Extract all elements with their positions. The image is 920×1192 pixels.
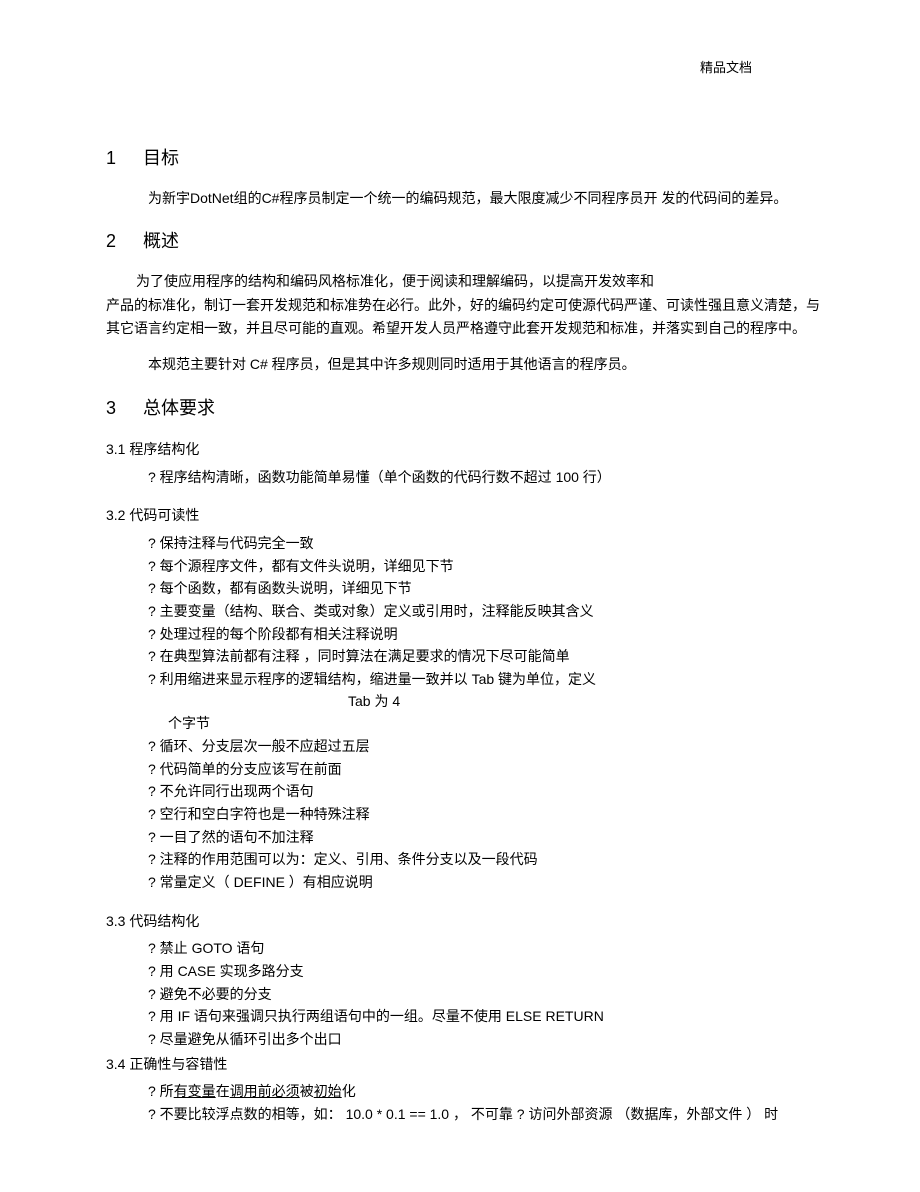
subsection-3-1-list: ? 程序结构清晰，函数功能简单易懂（单个函数的代码行数不超过 100 行） xyxy=(106,467,820,489)
section-2-title: 概述 xyxy=(143,231,179,251)
subsection-3-3-list: ? 禁止 GOTO 语句 ? 用 CASE 实现多路分支 ? 避免不必要的分支 … xyxy=(106,938,820,1050)
list-item: ? 空行和空白字符也是一种特殊注释 xyxy=(148,804,820,826)
list-item: ? 尽量避免从循环引出多个出口 xyxy=(148,1029,820,1051)
list-item: ? 主要变量（结构、联合、类或对象）定义或引用时，注释能反映其含义 xyxy=(148,601,820,623)
section-1-para-0: 为新宇DotNet组的C#程序员制定一个统一的编码规范，最大限度减少不同程序员开… xyxy=(106,187,820,209)
list-item: ? 处理过程的每个阶段都有相关注释说明 xyxy=(148,624,820,646)
list-item: ? 注释的作用范围可以为：定义、引用、条件分支以及一段代码 xyxy=(148,849,820,871)
subsection-3-2-title: 代码可读性 xyxy=(129,507,199,523)
list-item: ? 禁止 GOTO 语句 xyxy=(148,938,820,960)
section-1-title: 目标 xyxy=(143,148,179,168)
subsection-3-1-heading: 3.1 程序结构化 xyxy=(106,438,820,460)
subsection-3-1-title: 程序结构化 xyxy=(129,441,199,457)
section-2-para-1: 产品的标准化，制订一套开发规范和标准势在必行。此外，好的编码约定可使源代码严谨、… xyxy=(106,294,820,339)
section-1-num: 1 xyxy=(106,144,138,173)
subsection-3-2-list: ? 保持注释与代码完全一致 ? 每个源程序文件，都有文件头说明，详细见下节 ? … xyxy=(106,533,820,894)
subsection-3-4-list: ? 所有变量在调用前必须被初始化 ? 不要比较浮点数的相等，如： 10.0 * … xyxy=(106,1081,820,1125)
list-item: ? 每个函数，都有函数头说明，详细见下节 xyxy=(148,578,820,600)
list-item-sub: 个字节 xyxy=(148,713,820,735)
list-item-text: ? 利用缩进来显示程序的逻辑结构，缩进量一致并以 Tab 键为单位，定义 xyxy=(148,671,596,687)
subsection-3-1-num: 3.1 xyxy=(106,438,125,460)
section-3-num: 3 xyxy=(106,394,138,423)
list-item: ? 在典型算法前都有注释 ，同时算法在满足要求的情况下尽可能简单 xyxy=(148,646,820,668)
list-item: ? 循环、分支层次一般不应超过五层 xyxy=(148,736,820,758)
subsection-3-4-heading: 3.4 正确性与容错性 xyxy=(106,1053,820,1075)
list-item: ? 每个源程序文件，都有文件头说明，详细见下节 xyxy=(148,556,820,578)
subsection-3-3-title: 代码结构化 xyxy=(129,913,199,929)
list-item: ? 用 CASE 实现多路分支 xyxy=(148,961,820,983)
subsection-3-4-title: 正确性与容错性 xyxy=(129,1056,227,1072)
list-item: ? 保持注释与代码完全一致 xyxy=(148,533,820,555)
list-item: ? 利用缩进来显示程序的逻辑结构，缩进量一致并以 Tab 键为单位，定义 Tab… xyxy=(148,669,820,712)
list-item: ? 代码简单的分支应该写在前面 xyxy=(148,759,820,781)
section-2-num: 2 xyxy=(106,227,138,256)
subsection-3-3-heading: 3.3 代码结构化 xyxy=(106,910,820,932)
list-item: ? 不允许同行出现两个语句 xyxy=(148,781,820,803)
section-2-para-2: 本规范主要针对 C# 程序员，但是其中许多规则同时适用于其他语言的程序员。 xyxy=(106,353,820,375)
list-item: ? 程序结构清晰，函数功能简单易懂（单个函数的代码行数不超过 100 行） xyxy=(148,467,820,489)
section-2-heading: 2 概述 xyxy=(106,227,820,256)
list-item: ? 常量定义（ DEFINE ）有相应说明 xyxy=(148,872,820,894)
section-3-heading: 3 总体要求 xyxy=(106,394,820,423)
list-item: ? 避免不必要的分支 xyxy=(148,984,820,1006)
list-item: ? 所有变量在调用前必须被初始化 xyxy=(148,1081,820,1103)
subsection-3-2-heading: 3.2 代码可读性 xyxy=(106,504,820,526)
subsection-3-3-num: 3.3 xyxy=(106,910,125,932)
subsection-3-4-num: 3.4 xyxy=(106,1053,125,1075)
subsection-3-2-num: 3.2 xyxy=(106,504,125,526)
section-1-heading: 1 目标 xyxy=(106,144,820,173)
tab-note: Tab 为 4 xyxy=(348,691,400,713)
section-3-title: 总体要求 xyxy=(143,398,215,418)
section-2-para-0: 为了使应用程序的结构和编码风格标准化，便于阅读和理解编码，以提高开发效率和 xyxy=(106,270,820,292)
list-item: ? 不要比较浮点数的相等，如： 10.0 * 0.1 == 1.0 ， 不可靠 … xyxy=(148,1104,820,1126)
list-item: ? 一目了然的语句不加注释 xyxy=(148,827,820,849)
list-item: ? 用 IF 语句来强调只执行两组语句中的一组。尽量不使用 ELSE RETUR… xyxy=(148,1006,820,1028)
page-watermark: 精品文档 xyxy=(700,58,752,79)
